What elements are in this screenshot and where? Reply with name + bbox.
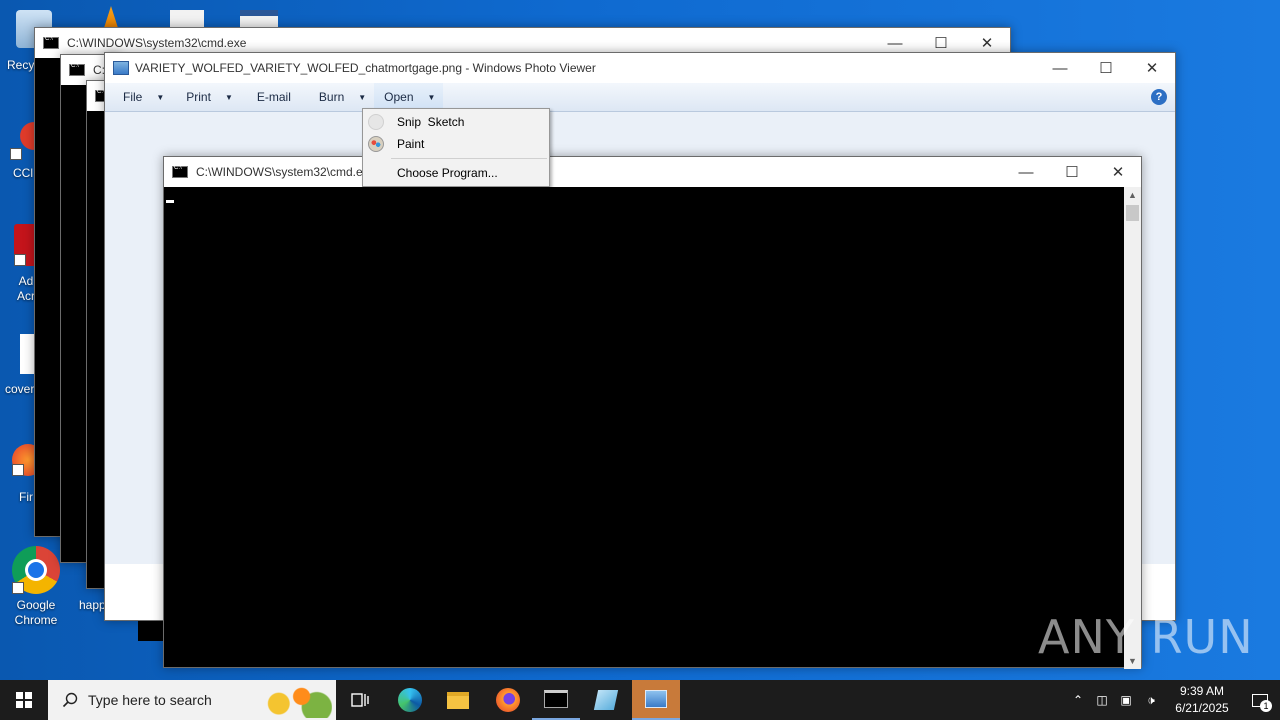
cmd-window-front-titlebar[interactable]: C:\WINDOWS\system32\cmd.exe — ☐ ✕: [164, 157, 1141, 187]
system-tray: ⌃ ◫ ▣ 🕩 9:39 AM 6/21/2025 1: [1066, 680, 1280, 720]
maximize-button[interactable]: ☐: [1049, 157, 1095, 187]
windows-logo-icon: [16, 692, 32, 708]
window-title: VARIETY_WOLFED_VARIETY_WOLFED_chatmortga…: [135, 61, 596, 75]
text-cursor: [166, 200, 174, 203]
taskbar-search-box[interactable]: Type here to search: [48, 680, 336, 720]
email-label: E-mail: [256, 90, 291, 104]
network-icon[interactable]: ▣: [1114, 693, 1138, 707]
notification-count-badge: 1: [1260, 699, 1272, 712]
menu-item-label: Snip Sketch: [397, 115, 465, 129]
chevron-down-icon: ▼: [224, 92, 233, 102]
desktop-icon-label: happ: [79, 598, 106, 612]
menu-item-label: Choose Program...: [397, 166, 498, 180]
desktop-icon-vlc[interactable]: [104, 6, 118, 28]
search-highlight-image: [256, 682, 332, 718]
folder-icon: [447, 691, 469, 709]
desktop-icon-label: Ad Acr: [17, 274, 35, 303]
task-view-icon: [351, 693, 369, 707]
anyrun-watermark: ANY RUN: [1038, 610, 1254, 664]
notification-center-button[interactable]: 1: [1240, 693, 1280, 712]
desktop-icon-label: Recy: [7, 58, 35, 72]
close-button[interactable]: ✕: [1095, 157, 1141, 187]
minimize-button[interactable]: —: [1037, 53, 1083, 83]
menu-item-snip-sketch[interactable]: Snip Sketch: [363, 111, 549, 133]
scrollbar-thumb[interactable]: [1126, 205, 1139, 221]
task-view-button[interactable]: [336, 680, 384, 720]
firefox-icon: [496, 688, 520, 712]
taskbar-cmd[interactable]: [532, 680, 580, 720]
taskbar-firefox[interactable]: [484, 680, 532, 720]
desktop-icon-label: cover: [5, 382, 35, 396]
taskbar-edge[interactable]: [386, 680, 434, 720]
desktop-icon-label: CCl: [13, 166, 33, 180]
search-icon: [62, 692, 78, 708]
menu-item-label: Paint: [397, 137, 425, 151]
print-label: Print: [186, 90, 211, 104]
photo-viewer-titlebar[interactable]: VARIETY_WOLFED_VARIETY_WOLFED_chatmortga…: [105, 53, 1175, 83]
email-button[interactable]: E-mail: [241, 83, 299, 112]
desktop-icon-label: Fir: [19, 490, 33, 504]
close-button[interactable]: ✕: [1129, 53, 1175, 83]
chevron-down-icon: ▼: [427, 92, 436, 102]
cmd-icon: [544, 690, 568, 708]
cmd-icon: [43, 36, 59, 49]
document-icon: [20, 334, 34, 374]
taskbar-file-explorer[interactable]: [434, 680, 482, 720]
cmd-icon: [69, 63, 85, 76]
security-icon[interactable]: ◫: [1090, 693, 1114, 707]
cmd-icon: [172, 165, 188, 178]
file-menu-button[interactable]: File ▼: [105, 83, 172, 112]
photo-viewer-icon: [113, 61, 129, 75]
search-placeholder: Type here to search: [88, 692, 212, 708]
clock-time: 9:39 AM: [1179, 684, 1225, 698]
burn-label: Burn: [318, 90, 345, 104]
console-area[interactable]: [164, 187, 1124, 667]
taskbar-notepad[interactable]: [582, 680, 630, 720]
photo-viewer-icon: [645, 690, 667, 708]
chevron-up-icon[interactable]: ⌃: [1066, 693, 1090, 707]
paint-icon: [368, 136, 384, 152]
menu-item-paint[interactable]: Paint: [363, 133, 549, 155]
chevron-down-icon: ▼: [358, 92, 367, 102]
window-title: C:\WINDOWS\system32\cmd.exe: [196, 165, 376, 179]
minimize-button[interactable]: —: [1003, 157, 1049, 187]
window-title: C:\WINDOWS\system32\cmd.exe: [67, 36, 247, 50]
file-label: File: [123, 90, 143, 104]
notepad-icon: [593, 690, 619, 710]
taskbar: Type here to search ⌃ ◫ ▣ 🕩 9:39 AM 6/21…: [0, 680, 1280, 720]
help-icon[interactable]: ?: [1151, 89, 1167, 105]
maximize-button[interactable]: ☐: [1083, 53, 1129, 83]
open-with-menu: Snip Sketch Paint Choose Program...: [362, 108, 550, 187]
edge-icon: [398, 688, 422, 712]
watermark-text: ANY RUN: [1038, 610, 1254, 664]
chevron-down-icon: ▼: [156, 92, 165, 102]
start-button[interactable]: [0, 680, 48, 720]
clock[interactable]: 9:39 AM 6/21/2025: [1164, 683, 1240, 717]
desktop-icon-label: Google Chrome: [14, 598, 58, 627]
open-label: Open: [384, 90, 414, 104]
menu-separator: [391, 158, 547, 159]
chrome-icon: [12, 546, 60, 594]
scroll-up-icon[interactable]: ▲: [1128, 190, 1137, 200]
volume-icon[interactable]: 🕩: [1138, 693, 1164, 708]
menu-item-choose-program[interactable]: Choose Program...: [363, 162, 549, 184]
print-menu-button[interactable]: Print ▼: [172, 83, 241, 112]
cmd-window-front[interactable]: C:\WINDOWS\system32\cmd.exe — ☐ ✕ ▲ ▼: [163, 156, 1142, 669]
photo-viewer-toolbar: File ▼ Print ▼ E-mail Burn ▼ Open ▼ ?: [105, 82, 1175, 112]
snip-sketch-icon: [368, 114, 384, 130]
vertical-scrollbar[interactable]: ▲ ▼: [1124, 187, 1141, 669]
taskbar-photo-viewer[interactable]: [632, 680, 680, 720]
clock-date: 6/21/2025: [1175, 701, 1229, 715]
